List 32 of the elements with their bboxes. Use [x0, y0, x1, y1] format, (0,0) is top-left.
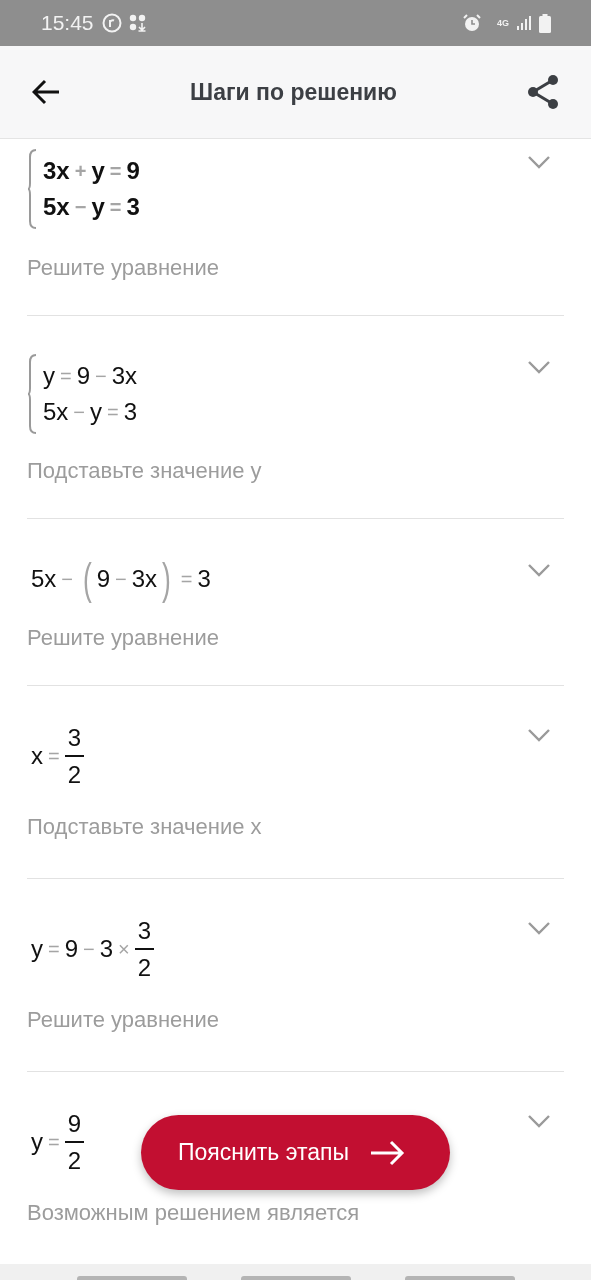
chevron-down-icon[interactable]: [528, 922, 550, 935]
network-type: 4G: [497, 18, 509, 28]
share-icon: [527, 75, 559, 109]
battery-icon: [539, 13, 551, 33]
step-description: Решите уравнение: [27, 625, 221, 652]
step-description: Решите уравнение: [27, 255, 221, 282]
back-arrow-icon: [32, 79, 60, 105]
chevron-down-icon[interactable]: [528, 361, 550, 374]
share-button[interactable]: [527, 75, 559, 109]
step-description: Решите уравнение: [27, 1007, 221, 1034]
arrow-right-icon: [371, 1139, 405, 1166]
step-description: Подставьте значение x: [27, 814, 263, 841]
alarm-icon: [462, 13, 482, 33]
chevron-down-icon[interactable]: [528, 564, 550, 577]
circle-icon: [101, 13, 122, 33]
chevron-down-icon[interactable]: [528, 1115, 550, 1128]
equation: 5x − y = 3: [43, 192, 140, 222]
brace-icon: [27, 354, 37, 434]
brace-icon: [27, 149, 37, 229]
status-time: 15:45: [41, 11, 94, 35]
equation: 3x + y = 9: [43, 156, 140, 186]
screen-title: Шаги по решению: [189, 78, 398, 106]
step-description: Возможным решением является: [27, 1200, 361, 1227]
back-button[interactable]: [32, 79, 60, 105]
chevron-down-icon[interactable]: [528, 729, 550, 742]
explain-steps-button[interactable]: Пояснить этапы: [141, 1115, 450, 1190]
step-description: Подставьте значение y: [27, 458, 263, 485]
dots-icon: [127, 14, 148, 32]
equation: y = 9 − 3x: [43, 361, 138, 391]
signal-icon: [516, 15, 532, 31]
equation: 5x − y = 3: [43, 397, 138, 427]
chevron-down-icon[interactable]: [528, 156, 550, 169]
